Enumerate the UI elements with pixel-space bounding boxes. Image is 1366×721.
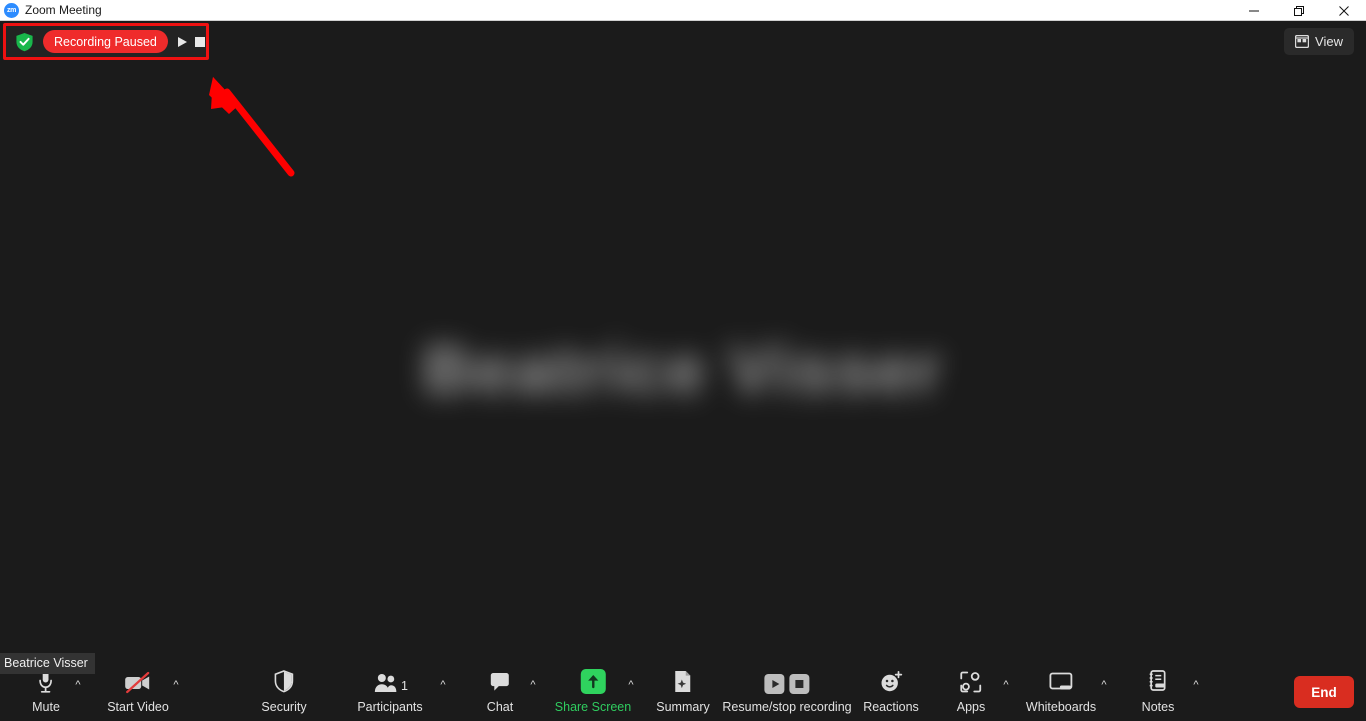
play-icon (178, 36, 188, 47)
toolbar-item-start-video[interactable]: Start Video (107, 666, 169, 714)
restore-icon[interactable] (1276, 0, 1321, 21)
share-options-caret-icon[interactable]: ^ (625, 680, 637, 691)
toolbar-item-whiteboards[interactable]: Whiteboards (1026, 666, 1096, 714)
toolbar-item-summary[interactable]: Summary (656, 666, 710, 714)
shield-check-icon (16, 32, 33, 51)
stop-recording-button[interactable] (194, 31, 206, 53)
window-title: Zoom Meeting (25, 3, 102, 17)
chat-bubble-icon (488, 666, 512, 696)
grid-view-icon (1295, 35, 1310, 48)
ai-summary-doc-icon (672, 666, 693, 696)
toolbar-label-resume-stop-recording: Resume/stop recording (722, 700, 852, 714)
toolbar-label-share-screen: Share Screen (554, 700, 632, 714)
participant-name-overlay: Beatrice Visser (422, 332, 944, 408)
video-off-icon (122, 666, 154, 696)
video-options-caret-icon[interactable]: ^ (170, 680, 182, 691)
toolbar-item-reactions[interactable]: Reactions (863, 666, 919, 714)
toolbar-item-chat[interactable]: Chat (487, 666, 513, 714)
participants-icon (374, 674, 397, 692)
toolbar-label-apps: Apps (956, 700, 986, 714)
notes-options-caret-icon[interactable]: ^ (1190, 680, 1202, 691)
self-view-name-tag: Beatrice Visser (0, 653, 95, 674)
toolbar-label-participants: Participants (357, 700, 423, 714)
toolbar-item-share-screen[interactable]: Share Screen (555, 666, 631, 714)
participants-icon-row: 1 (372, 666, 408, 696)
resume-recording-icon[interactable] (764, 674, 785, 694)
stop-recording-icon[interactable] (789, 674, 810, 694)
toolbar-item-participants[interactable]: 1 Participants (357, 666, 423, 714)
toolbar-label-reactions: Reactions (863, 700, 919, 714)
close-icon[interactable] (1321, 0, 1366, 21)
view-button[interactable]: View (1284, 28, 1354, 55)
mute-options-caret-icon[interactable]: ^ (72, 680, 84, 691)
end-meeting-button[interactable]: End (1294, 676, 1354, 708)
toolbar-label-summary: Summary (656, 700, 710, 714)
resume-recording-button[interactable] (177, 31, 189, 53)
toolbar-label-security: Security (261, 700, 307, 714)
stop-icon (195, 36, 206, 47)
participants-options-caret-icon[interactable]: ^ (437, 680, 449, 691)
toolbar-label-mute: Mute (32, 700, 60, 714)
zoom-meeting-window: zm Zoom Meeting Beatrice Visser Recordin… (0, 0, 1366, 721)
record-controls-icon (764, 666, 810, 696)
window-controls (1231, 0, 1366, 21)
shield-icon (274, 666, 295, 696)
notes-icon (1147, 666, 1169, 696)
title-bar: zm Zoom Meeting (0, 0, 1366, 21)
toolbar-item-apps[interactable]: Apps (956, 666, 986, 714)
view-button-label: View (1315, 34, 1343, 49)
toolbar-item-notes[interactable]: Notes (1141, 666, 1175, 714)
apps-icon (959, 666, 983, 696)
apps-options-caret-icon[interactable]: ^ (1000, 680, 1012, 691)
meeting-toolbar: Mute ^ Start Video ^ Security 1 Particip… (0, 666, 1366, 721)
video-stage: Beatrice Visser (0, 21, 1366, 666)
toolbar-label-chat: Chat (486, 700, 514, 714)
toolbar-label-start-video: Start Video (107, 700, 169, 714)
toolbar-item-security[interactable]: Security (261, 666, 307, 714)
whiteboard-icon (1048, 666, 1074, 696)
toolbar-label-notes: Notes (1141, 700, 1175, 714)
toolbar-item-resume-stop-recording[interactable]: Resume/stop recording (722, 666, 852, 714)
minimize-icon[interactable] (1231, 0, 1276, 21)
share-screen-icon-wrap (580, 666, 606, 696)
recording-paused-label-pill: Recording Paused (43, 30, 168, 53)
recording-status-badge: Recording Paused (3, 23, 209, 60)
reactions-smiley-icon (879, 666, 903, 696)
zoom-logo-text: zm (6, 6, 17, 14)
toolbar-label-whiteboards: Whiteboards (1025, 700, 1097, 714)
zoom-logo-icon: zm (4, 2, 19, 18)
recording-status-text: Recording Paused (54, 34, 157, 49)
whiteboards-options-caret-icon[interactable]: ^ (1098, 680, 1110, 691)
chat-options-caret-icon[interactable]: ^ (527, 680, 539, 691)
participants-count: 1 (401, 678, 408, 693)
share-screen-icon (580, 669, 606, 694)
